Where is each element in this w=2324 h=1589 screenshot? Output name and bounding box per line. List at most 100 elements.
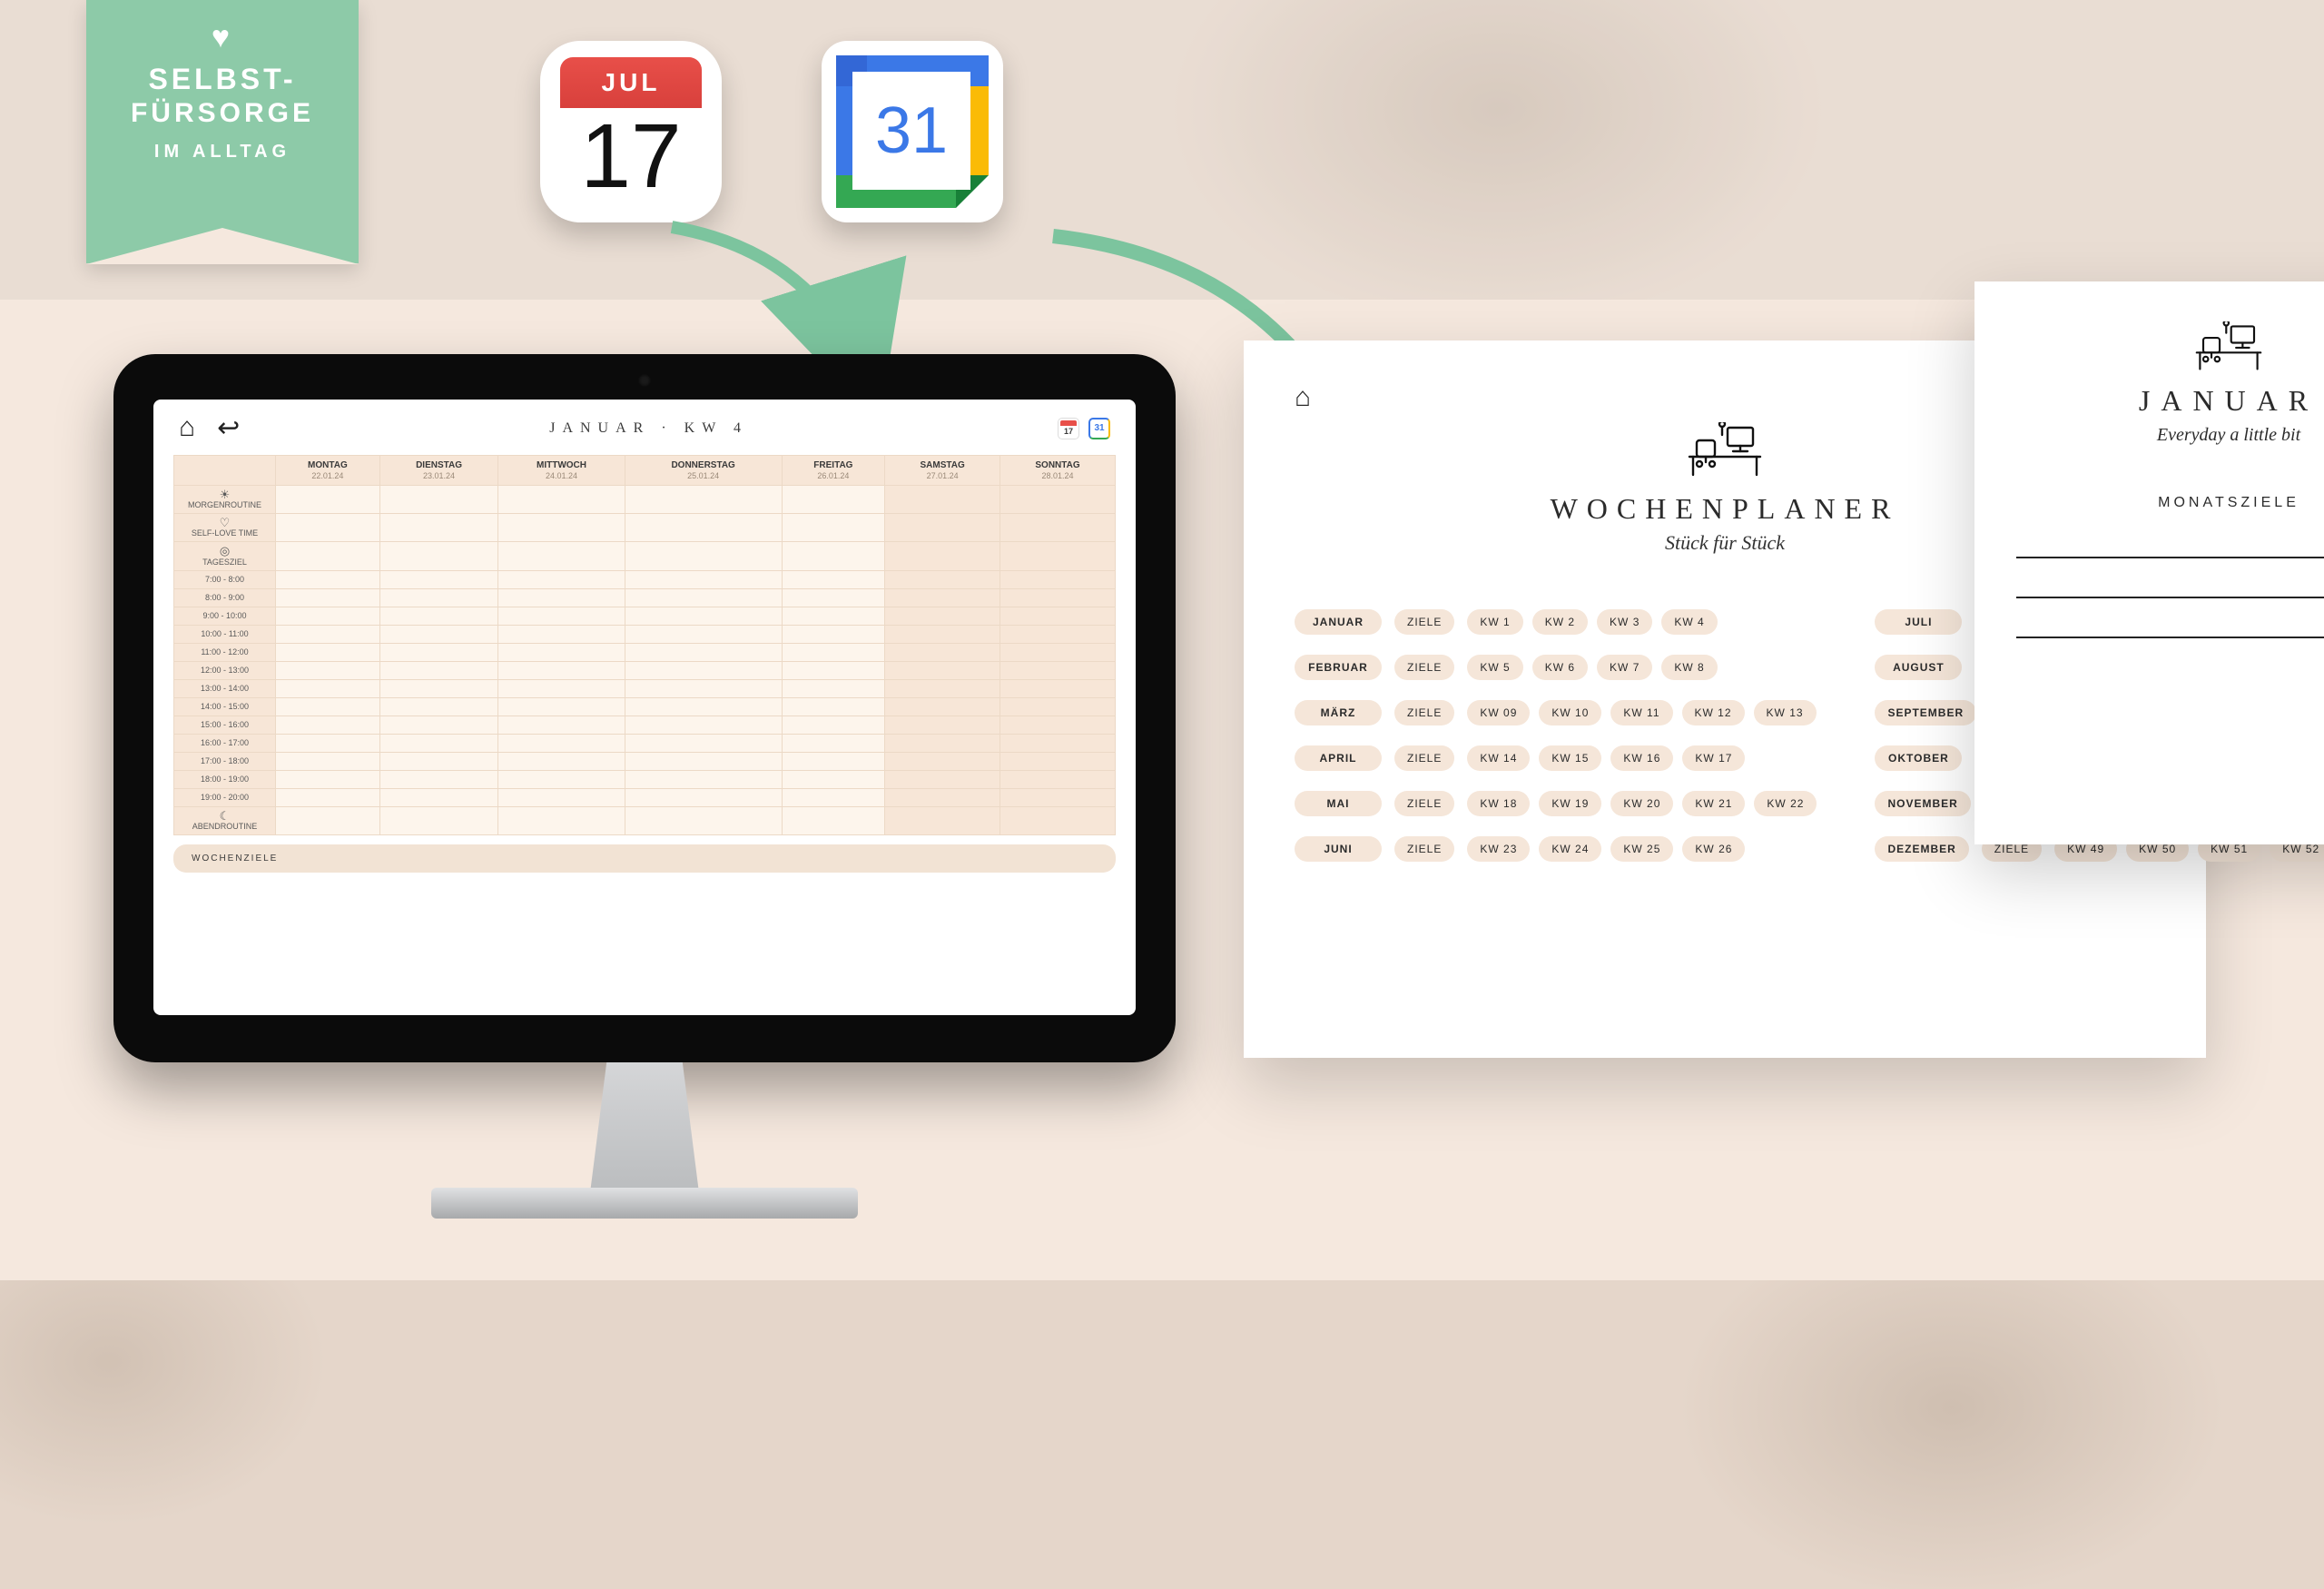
planner-cell[interactable] [885,716,1000,734]
planner-cell[interactable] [276,514,380,542]
ziele-pill[interactable]: ZIELE [1394,609,1454,635]
planner-cell[interactable] [885,734,1000,752]
planner-cell[interactable] [1000,607,1116,625]
planner-cell[interactable] [625,716,782,734]
planner-cell[interactable] [276,570,380,588]
month-pill[interactable]: MAI [1295,791,1382,816]
planner-cell[interactable] [498,770,625,788]
planner-cell[interactable] [885,770,1000,788]
planner-cell[interactable] [885,788,1000,806]
month-pill[interactable]: DEZEMBER [1875,836,1968,862]
planner-cell[interactable] [782,806,885,834]
month-pill[interactable]: MÄRZ [1295,700,1382,725]
planner-cell[interactable] [379,752,498,770]
kw-pill[interactable]: KW 20 [1610,791,1673,816]
planner-cell[interactable] [1000,806,1116,834]
kw-pill[interactable]: KW 21 [1682,791,1745,816]
planner-cell[interactable] [885,697,1000,716]
planner-cell[interactable] [276,588,380,607]
kw-pill[interactable]: KW 23 [1467,836,1530,862]
month-pill[interactable]: FEBRUAR [1295,655,1382,680]
planner-cell[interactable] [498,486,625,514]
planner-cell[interactable] [379,716,498,734]
planner-cell[interactable] [276,643,380,661]
planner-cell[interactable] [276,697,380,716]
planner-cell[interactable] [498,514,625,542]
kw-pill[interactable]: KW 12 [1682,700,1745,725]
planner-cell[interactable] [782,607,885,625]
planner-cell[interactable] [885,514,1000,542]
week-goals-label[interactable]: WOCHENZIELE [173,844,1116,873]
kw-pill[interactable]: KW 18 [1467,791,1530,816]
planner-cell[interactable] [885,661,1000,679]
planner-cell[interactable] [498,697,625,716]
month-pill[interactable]: JANUAR [1295,609,1382,635]
planner-cell[interactable] [782,770,885,788]
planner-cell[interactable] [625,514,782,542]
month-pill[interactable]: NOVEMBER [1875,791,1970,816]
planner-cell[interactable] [379,806,498,834]
planner-cell[interactable] [379,788,498,806]
kw-pill[interactable]: KW 8 [1661,655,1717,680]
planner-cell[interactable] [1000,734,1116,752]
planner-cell[interactable] [276,625,380,643]
kw-pill[interactable]: KW 22 [1754,791,1817,816]
planner-cell[interactable] [276,752,380,770]
planner-cell[interactable] [782,625,885,643]
planner-cell[interactable] [379,734,498,752]
planner-cell[interactable] [498,752,625,770]
planner-cell[interactable] [782,486,885,514]
planner-cell[interactable] [885,607,1000,625]
kw-pill[interactable]: KW 2 [1532,609,1588,635]
planner-cell[interactable] [379,542,498,570]
month-pill[interactable]: AUGUST [1875,655,1962,680]
planner-cell[interactable] [782,661,885,679]
planner-cell[interactable] [625,806,782,834]
apple-calendar-mini-icon[interactable]: 17 [1058,418,1079,439]
ziele-pill[interactable]: ZIELE [1394,655,1454,680]
planner-cell[interactable] [782,697,885,716]
kw-pill[interactable]: KW 24 [1539,836,1601,862]
kw-pill[interactable]: KW 1 [1467,609,1522,635]
planner-cell[interactable] [276,716,380,734]
planner-cell[interactable] [1000,542,1116,570]
planner-cell[interactable] [498,679,625,697]
planner-cell[interactable] [379,625,498,643]
month-pill[interactable]: OKTOBER [1875,745,1962,771]
kw-pill[interactable]: KW 10 [1539,700,1601,725]
planner-cell[interactable] [498,806,625,834]
planner-cell[interactable] [1000,716,1116,734]
planner-cell[interactable] [379,570,498,588]
planner-cell[interactable] [379,697,498,716]
planner-cell[interactable] [276,486,380,514]
planner-cell[interactable] [625,788,782,806]
ziele-pill[interactable]: ZIELE [1394,791,1454,816]
kw-pill[interactable]: KW 6 [1532,655,1588,680]
planner-cell[interactable] [885,588,1000,607]
planner-cell[interactable] [276,542,380,570]
kw-pill[interactable]: KW 17 [1682,745,1745,771]
kw-pill[interactable]: KW 09 [1467,700,1530,725]
planner-cell[interactable] [379,679,498,697]
planner-cell[interactable] [885,625,1000,643]
planner-cell[interactable] [1000,752,1116,770]
planner-cell[interactable] [782,570,885,588]
planner-cell[interactable] [276,788,380,806]
planner-cell[interactable] [498,607,625,625]
planner-cell[interactable] [885,752,1000,770]
month-pill[interactable]: SEPTEMBER [1875,700,1976,725]
planner-cell[interactable] [782,643,885,661]
planner-cell[interactable] [885,806,1000,834]
planner-cell[interactable] [625,643,782,661]
ziele-pill[interactable]: ZIELE [1394,836,1454,862]
planner-cell[interactable] [625,542,782,570]
planner-cell[interactable] [1000,661,1116,679]
ziele-pill[interactable]: ZIELE [1394,700,1454,725]
kw-pill[interactable]: KW 7 [1597,655,1652,680]
kw-pill[interactable]: KW 5 [1467,655,1522,680]
google-calendar-mini-icon[interactable]: 31 [1088,418,1110,439]
planner-cell[interactable] [625,679,782,697]
planner-cell[interactable] [379,514,498,542]
planner-cell[interactable] [782,542,885,570]
planner-cell[interactable] [379,770,498,788]
